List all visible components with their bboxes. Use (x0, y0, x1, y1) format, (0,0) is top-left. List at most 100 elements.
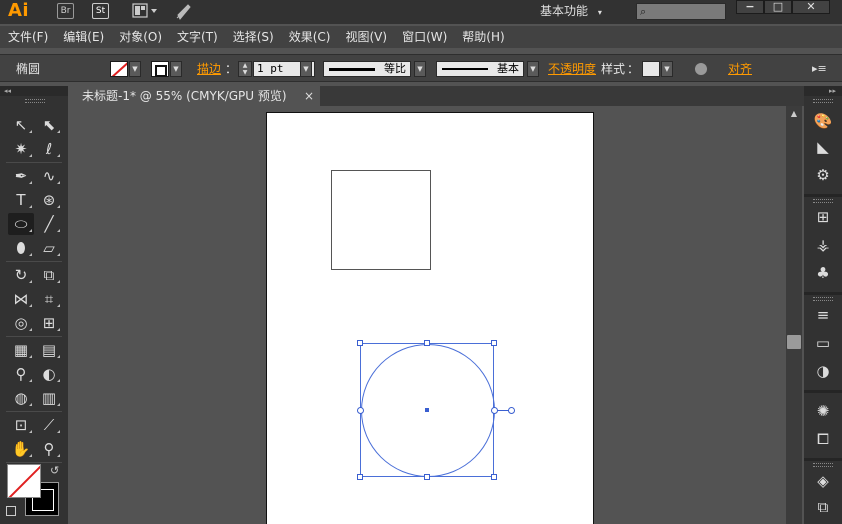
variable-width-profile[interactable]: 等比 (323, 61, 411, 77)
default-fill-stroke-icon[interactable] (6, 506, 16, 516)
center-point[interactable] (425, 408, 429, 412)
brushes-icon[interactable]: ⚶ (810, 234, 836, 256)
blend-tool-icon[interactable]: ◐ (36, 363, 62, 385)
artboard-tool-icon[interactable]: ⊡ (8, 414, 34, 436)
expand-panels-icon[interactable]: ▸▸ (804, 86, 842, 96)
stroke-color-swatch[interactable] (151, 61, 169, 77)
pie-widget-handle[interactable] (508, 407, 515, 414)
menu-edit[interactable]: 编辑(E) (63, 26, 104, 48)
sync-button[interactable] (174, 3, 194, 21)
workspace-switcher[interactable]: 基本功能 ▾ (540, 0, 626, 22)
paintbrush-tool-icon[interactable]: ╱ (36, 213, 62, 235)
stroke-panel-link[interactable]: 描边 (197, 55, 221, 83)
lasso-tool-icon[interactable]: ℓ (36, 138, 62, 160)
stroke-dropdown[interactable]: ▼ (170, 61, 182, 77)
close-button[interactable]: ✕ (792, 0, 830, 14)
canvas-area[interactable] (74, 106, 784, 524)
stock-button[interactable]: St (92, 3, 109, 19)
rotate-tool-icon[interactable]: ↻ (8, 264, 34, 286)
resize-handle-top-right[interactable] (491, 340, 497, 346)
artboards-icon[interactable]: ⧉ (810, 496, 836, 518)
maximize-button[interactable]: □ (764, 0, 792, 14)
menu-file[interactable]: 文件(F) (8, 26, 48, 48)
align-panel-link[interactable]: 对齐 (728, 55, 752, 83)
fill-indicator[interactable] (7, 464, 41, 498)
collapse-panel-icon[interactable]: ◂◂ (0, 86, 68, 96)
document-tab[interactable]: 未标题-1* @ 55% (CMYK/GPU 预览) × (74, 86, 320, 106)
eraser-tool-icon[interactable]: ▱ (36, 237, 62, 259)
free-transform-tool-icon[interactable]: ⌗ (36, 288, 62, 310)
vertical-scrollbar[interactable]: ▲ (786, 106, 802, 524)
panel-grip[interactable] (813, 199, 833, 203)
style-dropdown[interactable]: ▼ (661, 61, 673, 77)
rectangle-shape[interactable] (331, 170, 431, 270)
close-tab-icon[interactable]: × (304, 86, 314, 106)
recolor-icon[interactable]: ⚙ (810, 164, 836, 186)
brush-dropdown[interactable]: ▼ (527, 61, 539, 77)
menu-select[interactable]: 选择(S) (233, 26, 274, 48)
opacity-panel-link[interactable]: 不透明度 (548, 55, 596, 83)
bridge-button[interactable]: Br (57, 3, 74, 19)
scale-tool-icon[interactable]: ⧉ (36, 264, 62, 286)
resize-handle-top-left[interactable] (357, 340, 363, 346)
menu-type[interactable]: 文字(T) (177, 26, 218, 48)
menu-view[interactable]: 视图(V) (345, 26, 387, 48)
panel-menu-icon[interactable]: ▸≡ (812, 55, 827, 83)
symbols-icon[interactable]: ♣ (810, 262, 836, 284)
eyedropper-tool-icon[interactable]: ⚲ (8, 363, 34, 385)
zoom-tool-icon[interactable]: ⚲ (36, 438, 62, 460)
scroll-thumb[interactable] (787, 335, 801, 349)
swatches-icon[interactable]: ⊞ (810, 206, 836, 228)
ellipse-tool-icon[interactable]: ⬭ (8, 213, 34, 235)
fill-color-swatch[interactable] (110, 61, 128, 77)
transparency-icon[interactable]: ◑ (810, 360, 836, 382)
swap-fill-stroke-icon[interactable]: ↺ (50, 464, 59, 477)
gradient-tool-icon[interactable]: ▤ (36, 339, 62, 361)
hand-tool-icon[interactable]: ✋ (8, 438, 34, 460)
search-input[interactable]: ⌕ (636, 3, 726, 20)
resize-handle-bottom-left[interactable] (357, 474, 363, 480)
mesh-tool-icon[interactable]: ▦ (8, 339, 34, 361)
anchor-point-left[interactable] (357, 407, 364, 414)
profile-dropdown[interactable]: ▼ (414, 61, 426, 77)
shape-builder-tool-icon[interactable]: ◎ (8, 312, 34, 334)
color-guide-icon[interactable]: ◣ (810, 136, 836, 158)
magic-wand-tool-icon[interactable]: ✷ (8, 138, 34, 160)
polar-grid-tool-icon[interactable]: ⊛ (36, 189, 62, 211)
recolor-artwork-icon[interactable] (694, 62, 708, 76)
menu-effect[interactable]: 效果(C) (289, 26, 331, 48)
layers-icon[interactable]: ◈ (810, 470, 836, 492)
fill-dropdown[interactable]: ▼ (129, 61, 141, 77)
perspective-grid-tool-icon[interactable]: ⊞ (36, 312, 62, 334)
minimize-button[interactable]: − (736, 0, 764, 14)
curvature-tool-icon[interactable]: ∿ (36, 165, 62, 187)
graphic-style-swatch[interactable] (642, 61, 660, 77)
panel-grip[interactable] (813, 99, 833, 103)
artboard[interactable] (266, 112, 594, 524)
appearance-icon[interactable]: ✺ (810, 400, 836, 422)
resize-handle-top[interactable] (424, 340, 430, 346)
direct-selection-tool-icon[interactable]: ⬉ (36, 114, 62, 136)
panel-grip[interactable] (25, 99, 45, 103)
menu-window[interactable]: 窗口(W) (402, 26, 447, 48)
stroke-weight-dropdown[interactable]: ▼ (300, 61, 312, 77)
menu-help[interactable]: 帮助(H) (462, 26, 504, 48)
blob-brush-tool-icon[interactable]: ⬮ (8, 237, 34, 259)
width-tool-icon[interactable]: ⋈ (8, 288, 34, 310)
panel-grip[interactable] (813, 297, 833, 301)
graphic-styles-icon[interactable]: ⧠ (810, 428, 836, 450)
menu-object[interactable]: 对象(O) (119, 26, 162, 48)
gradient-panel-icon[interactable]: ▭ (810, 332, 836, 354)
symbol-sprayer-tool-icon[interactable]: ◍ (8, 387, 34, 409)
stroke-weight-stepper[interactable]: ▲ ▼ (238, 61, 252, 77)
column-graph-tool-icon[interactable]: ▥ (36, 387, 62, 409)
brush-definition[interactable]: 基本 (436, 61, 524, 77)
pen-tool-icon[interactable]: ✒ (8, 165, 34, 187)
scroll-up-icon[interactable]: ▲ (786, 106, 802, 122)
stroke-panel-icon[interactable]: ≡ (810, 304, 836, 326)
color-palette-icon[interactable]: 🎨 (810, 110, 836, 132)
panel-grip[interactable] (813, 463, 833, 467)
slice-tool-icon[interactable]: ⟋ (36, 414, 62, 436)
type-tool-icon[interactable]: T (8, 189, 34, 211)
resize-handle-bottom[interactable] (424, 474, 430, 480)
